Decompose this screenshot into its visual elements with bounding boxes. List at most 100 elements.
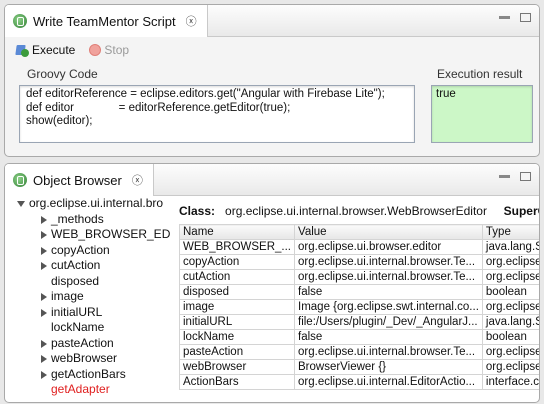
execute-button[interactable]: Execute (15, 43, 75, 57)
tree-item[interactable]: disposed (11, 274, 171, 290)
tab-object-browser[interactable]: Object Browser ⓧ (5, 164, 154, 196)
minimize-icon[interactable] (499, 16, 510, 19)
cell-value: org.eclipse.ui.internal.browser.Te... (294, 344, 483, 360)
script-tabbar: Write TeamMentor Script ⓧ (5, 5, 539, 37)
tree-item[interactable]: initialURL (11, 305, 171, 321)
tree-root[interactable]: org.eclipse.ui.internal.bro (11, 196, 171, 212)
chevron-right-icon[interactable] (41, 293, 47, 301)
execute-label: Execute (32, 43, 76, 57)
chevron-right-icon[interactable] (41, 355, 47, 363)
chevron-right-icon[interactable] (41, 339, 47, 348)
chevron-right-icon[interactable] (41, 246, 47, 255)
tree-item-label: disposed (51, 273, 100, 288)
tree-item[interactable]: _methods (11, 212, 171, 228)
tab-title: Object Browser (33, 172, 122, 188)
cell-type: boolean (481, 284, 539, 300)
table-header-row: Name Value Type (179, 224, 539, 240)
execution-result-box[interactable]: true (431, 85, 533, 143)
cell-value: org.eclipse.ui.browser.editor (294, 239, 483, 255)
minimize-icon[interactable] (499, 175, 510, 178)
tree-item[interactable]: getActionBars (11, 367, 171, 383)
cell-name: WEB_BROWSER_... (179, 239, 295, 255)
object-tree[interactable]: org.eclipse.ui.internal.bro _methods WEB_… (11, 196, 171, 402)
tree-item[interactable]: webBrowser (11, 351, 171, 367)
object-browser-view: Object Browser ⓧ org.eclipse.ui.internal… (4, 163, 540, 403)
column-header-value[interactable]: Value (294, 224, 483, 240)
superclass-label: SuperC (503, 204, 539, 218)
maximize-icon[interactable] (520, 172, 531, 181)
chevron-right-icon[interactable] (41, 231, 47, 239)
tab-title: Write TeamMentor Script (33, 13, 176, 29)
close-icon[interactable]: ⓧ (132, 172, 143, 188)
tree-item-label: getAdapter (51, 382, 110, 396)
object-details: Class: org.eclipse.ui.internal.browser.W… (175, 196, 539, 402)
column-header-name[interactable]: Name (179, 224, 295, 240)
cell-value: org.eclipse.ui.internal.EditorActio... (294, 374, 483, 390)
chevron-right-icon[interactable] (41, 262, 47, 270)
cell-name: initialURL (179, 314, 295, 330)
table-row[interactable]: ActionBars org.eclipse.ui.internal.Editor… (179, 374, 539, 390)
chevron-right-icon[interactable] (41, 308, 47, 317)
cell-type: org.eclipse (481, 359, 539, 375)
tree-item-label: WEB_BROWSER_EDITOR (51, 227, 171, 241)
tree-item-label: getActionBars (51, 366, 126, 381)
table-row[interactable]: lockName false boolean (179, 329, 539, 345)
cell-type: java.lang.S (481, 314, 539, 330)
table-row[interactable]: pasteAction org.eclipse.ui.internal.brows… (179, 344, 539, 360)
stop-label: Stop (104, 43, 130, 57)
stop-icon (89, 44, 102, 56)
tab-write-teammentor-script[interactable]: Write TeamMentor Script ⓧ (5, 5, 208, 37)
chevron-right-icon[interactable] (41, 215, 47, 224)
groovy-code-editor[interactable]: def editorReference = eclipse.editors.ge… (19, 85, 415, 143)
tree-item[interactable]: cutAction (11, 258, 171, 274)
class-label: Class: (179, 204, 216, 218)
cell-type: interface.c (481, 374, 539, 390)
tree-item[interactable]: pasteAction (11, 336, 171, 352)
cell-type: org.eclipse (481, 344, 539, 360)
object-browser-tabbar: Object Browser ⓧ (5, 164, 539, 196)
table-row[interactable]: cutAction org.eclipse.ui.internal.browser… (179, 269, 539, 285)
table-row[interactable]: disposed false boolean (179, 284, 539, 300)
cell-value: false (294, 329, 483, 345)
cell-name: ActionBars (179, 374, 295, 390)
cell-name: copyAction (179, 254, 295, 270)
table-row[interactable]: webBrowser BrowserViewer {} org.eclipse (179, 359, 539, 375)
script-toolbar: Execute Stop (15, 43, 129, 57)
tree-item-label: lockName (51, 320, 105, 334)
cell-name: cutAction (179, 269, 295, 285)
cell-type: org.eclipse (481, 254, 539, 270)
cell-name: lockName (179, 329, 295, 345)
tree-item-label: webBrowser (51, 351, 118, 365)
stop-button[interactable]: Stop (89, 43, 129, 57)
table-row[interactable]: initialURL file:/Users/plugin/_Dev/_Angul… (179, 314, 539, 330)
window-controls (499, 13, 531, 22)
maximize-icon[interactable] (520, 13, 531, 22)
cell-value: false (294, 284, 483, 300)
table-row[interactable]: image Image {org.eclipse.swt.internal.co.… (179, 299, 539, 315)
tree-item-label: initialURL (51, 304, 103, 319)
tree-item[interactable]: getAdapter (11, 382, 171, 398)
tree-root-label: org.eclipse.ui.internal.bro (29, 196, 164, 210)
chevron-down-icon[interactable] (17, 201, 25, 207)
cell-name: image (179, 299, 295, 315)
cell-type: org.eclipse (481, 299, 539, 315)
table-row[interactable]: WEB_BROWSER_... org.eclipse.ui.browser.ed… (179, 239, 539, 255)
close-icon[interactable]: ⓧ (186, 13, 197, 29)
cell-value: Image {org.eclipse.swt.internal.co... (294, 299, 483, 315)
members-table[interactable]: Name Value Type WEB_BROWSER_... org.eclip… (179, 224, 539, 390)
result-label: Execution result (437, 67, 523, 81)
tree-item[interactable]: WEB_BROWSER_EDITOR (11, 227, 171, 243)
tree-item[interactable]: lockName (11, 320, 171, 336)
cell-value: BrowserViewer {} (294, 359, 483, 375)
run-icon (15, 43, 29, 57)
tree-item[interactable]: copyAction (11, 243, 171, 259)
tree-item-label: cutAction (51, 258, 101, 272)
cell-type: java.lang.S (481, 239, 539, 255)
column-header-type[interactable]: Type (481, 224, 539, 240)
tree-item-label: image (51, 289, 84, 303)
tree-item[interactable]: image (11, 289, 171, 305)
window-controls (499, 172, 531, 181)
chevron-right-icon[interactable] (41, 370, 47, 379)
table-row[interactable]: copyAction org.eclipse.ui.internal.browse… (179, 254, 539, 270)
cell-value: file:/Users/plugin/_Dev/_AngularJ... (294, 314, 483, 330)
